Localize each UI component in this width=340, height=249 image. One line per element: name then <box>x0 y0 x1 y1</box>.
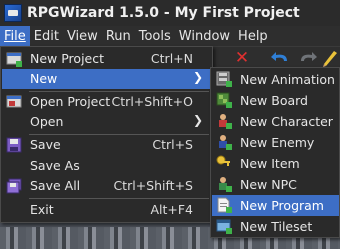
menu-tools-label: Tools <box>138 28 171 44</box>
submenu-item-label: New Tileset <box>240 219 313 234</box>
submenu-item-new-enemy[interactable]: New Enemy <box>212 132 339 153</box>
chevron-right-icon: ❯ <box>192 70 203 84</box>
tileset-icon <box>216 219 232 234</box>
menu-file-label: File <box>4 28 26 44</box>
title-bar: RPGWizard 1.5.0 - My First Project <box>0 0 340 26</box>
submenu-item-label: New Item <box>240 156 300 171</box>
animation-icon <box>216 71 232 87</box>
menu-item-label: Save All <box>30 178 81 193</box>
board-icon <box>216 92 232 108</box>
menu-item-new-project[interactable]: New Project Ctrl+N <box>2 49 211 69</box>
pencil-icon[interactable] <box>304 48 338 68</box>
menu-help-label: Help <box>238 28 268 44</box>
item-key-icon <box>216 155 230 166</box>
menu-item-save-all[interactable]: Save All Ctrl+Shift+S <box>2 176 211 196</box>
submenu-item-new-npc[interactable]: New NPC <box>212 174 339 195</box>
submenu-item-new-animation[interactable]: New Animation <box>212 69 339 90</box>
menu-item-shortcut: Ctrl+N <box>150 51 193 66</box>
enemy-icon <box>219 135 232 150</box>
program-icon <box>217 197 232 213</box>
menu-item-save[interactable]: Save Ctrl+S <box>2 135 211 155</box>
submenu-item-new-character[interactable]: New Character <box>212 111 339 132</box>
menu-help[interactable]: Help <box>234 26 272 46</box>
undo-icon[interactable] <box>270 49 292 67</box>
submenu-item-new-program[interactable]: New Program <box>212 195 339 216</box>
menu-item-label: New <box>30 71 58 86</box>
submenu-item-label: New Character <box>240 114 333 129</box>
npc-icon <box>219 177 232 192</box>
window-title: RPGWizard 1.5.0 - My First Project <box>27 5 300 21</box>
open-project-icon <box>6 95 22 108</box>
save-all-icon <box>6 178 22 194</box>
character-icon <box>219 114 232 129</box>
menu-item-open-project[interactable]: Open Project Ctrl+Shift+O <box>2 92 211 112</box>
menu-item-open[interactable]: Open ❯ <box>2 112 211 132</box>
file-menu-dropdown: New Project Ctrl+N New ❯ Open Project Ct… <box>0 46 213 223</box>
submenu-item-new-tileset[interactable]: New Tileset <box>212 216 339 237</box>
menu-separator <box>29 198 209 199</box>
menu-item-label: New Project <box>30 51 105 66</box>
submenu-item-label: New NPC <box>240 177 297 192</box>
menu-bar: File Edit View Run Tools Window Help <box>0 26 340 47</box>
menu-item-shortcut: Ctrl+Shift+O <box>111 94 193 109</box>
chevron-right-icon: ❯ <box>192 113 203 127</box>
menu-view-label: View <box>66 28 98 44</box>
new-project-icon <box>6 52 22 67</box>
menu-item-shortcut: Alt+F4 <box>150 202 193 217</box>
submenu-item-label: New Board <box>240 93 308 108</box>
submenu-item-label: New Animation <box>240 72 335 87</box>
submenu-item-new-item[interactable]: New Item <box>212 153 339 174</box>
new-submenu: New Animation New Board New Character Ne… <box>210 67 340 238</box>
menu-tools[interactable]: Tools <box>135 26 175 46</box>
menu-edit-label: Edit <box>33 28 59 44</box>
close-icon[interactable]: ✕ <box>233 49 251 67</box>
menu-item-shortcut: Ctrl+S <box>152 137 193 152</box>
menu-item-label: Save As <box>30 158 80 173</box>
submenu-item-label: New Program <box>240 198 324 213</box>
menu-file[interactable]: File <box>0 26 30 46</box>
menu-edit[interactable]: Edit <box>30 26 63 46</box>
submenu-item-new-board[interactable]: New Board <box>212 90 339 111</box>
menu-window[interactable]: Window <box>175 26 234 46</box>
menu-item-shortcut: Ctrl+Shift+S <box>113 178 193 193</box>
menu-item-label: Save <box>30 137 61 152</box>
save-icon <box>6 137 22 153</box>
menu-run[interactable]: Run <box>102 26 135 46</box>
menu-item-label: Exit <box>30 202 54 217</box>
menu-item-exit[interactable]: Exit Alt+F4 <box>2 200 211 220</box>
menu-view[interactable]: View <box>63 26 102 46</box>
menu-run-label: Run <box>105 28 131 44</box>
menu-window-label: Window <box>178 28 231 44</box>
menu-item-label: Open Project <box>30 94 111 109</box>
menu-item-save-as[interactable]: Save As <box>2 156 211 176</box>
submenu-item-label: New Enemy <box>240 135 315 150</box>
menu-item-label: Open <box>30 114 64 129</box>
app-logo-icon <box>4 4 22 22</box>
menu-item-new[interactable]: New ❯ <box>2 69 211 89</box>
